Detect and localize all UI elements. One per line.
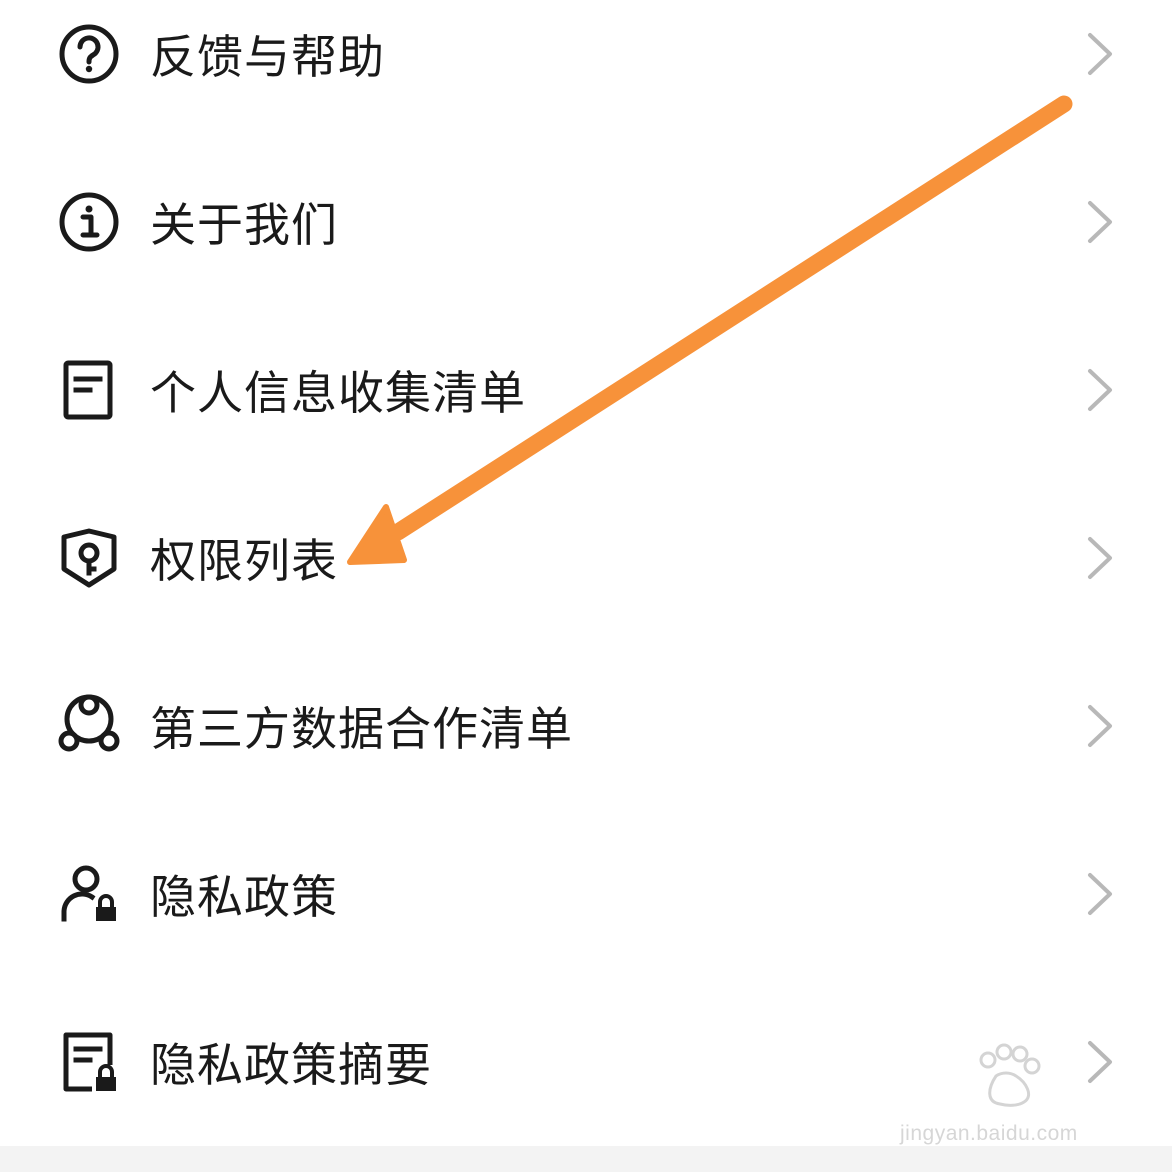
menu-item-label: 第三方数据合作清单 (150, 702, 573, 756)
settings-screen: 反馈与帮助 关于我们 个人信息收集清单 权限列表 第三方数据合作清单 隐私政策 … (0, 0, 1172, 1172)
shield-key-icon (56, 525, 122, 591)
document-list-icon (56, 357, 122, 423)
menu-item-label: 关于我们 (150, 198, 338, 252)
chevron-right-icon (1080, 199, 1120, 245)
help-circle-icon (56, 21, 122, 87)
menu-item-privacy-summary[interactable]: 隐私政策摘要 (0, 978, 1172, 1146)
document-lock-icon (56, 1029, 122, 1095)
chevron-right-icon (1080, 31, 1120, 77)
menu-item-label: 隐私政策 (150, 870, 338, 924)
menu-item-third-party-data[interactable]: 第三方数据合作清单 (0, 642, 1172, 810)
chevron-right-icon (1080, 1039, 1120, 1085)
menu-item-about-us[interactable]: 关于我们 (0, 138, 1172, 306)
network-nodes-icon (56, 693, 122, 759)
menu-item-label: 隐私政策摘要 (150, 1038, 432, 1092)
menu-item-label: 个人信息收集清单 (150, 366, 526, 420)
chevron-right-icon (1080, 367, 1120, 413)
menu-item-label: 反馈与帮助 (150, 30, 385, 84)
chevron-right-icon (1080, 535, 1120, 581)
chevron-right-icon (1080, 703, 1120, 749)
menu-item-permission-list[interactable]: 权限列表 (0, 474, 1172, 642)
chevron-right-icon (1080, 871, 1120, 917)
menu-item-personal-info-list[interactable]: 个人信息收集清单 (0, 306, 1172, 474)
menu-item-label: 权限列表 (150, 534, 338, 588)
menu-item-feedback-help[interactable]: 反馈与帮助 (0, 0, 1172, 138)
user-lock-icon (56, 861, 122, 927)
menu-item-privacy-policy[interactable]: 隐私政策 (0, 810, 1172, 978)
bottom-bar (0, 1146, 1172, 1172)
info-circle-icon (56, 189, 122, 255)
